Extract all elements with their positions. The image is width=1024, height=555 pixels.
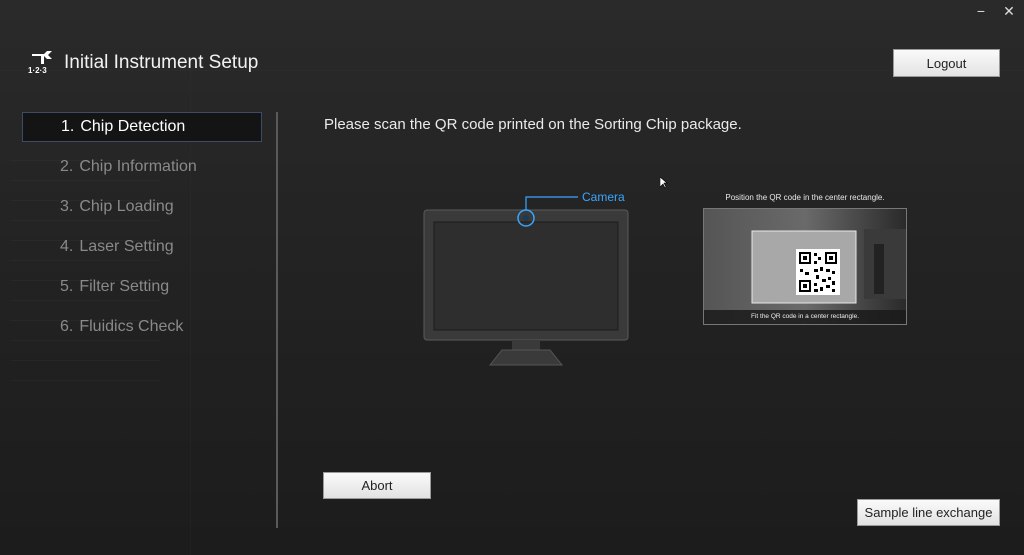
step-label: Chip Detection <box>80 118 186 135</box>
logout-button[interactable]: Logout <box>893 49 1000 77</box>
mouse-cursor-icon <box>659 176 668 194</box>
step-chip-loading[interactable]: 3. Chip Loading <box>22 192 262 222</box>
instruction-text: Please scan the QR code printed on the S… <box>324 116 742 133</box>
qr-caption: Position the QR code in the center recta… <box>725 193 885 202</box>
step-number: 1. <box>61 118 75 135</box>
step-chip-detection[interactable]: 1. Chip Detection <box>22 112 262 142</box>
close-button[interactable]: ✕ <box>1002 4 1016 18</box>
step-laser-setting[interactable]: 4. Laser Setting <box>22 232 262 262</box>
monitor-illustration <box>420 190 640 375</box>
step-number: 4. <box>60 238 74 255</box>
sample-line-exchange-button[interactable]: Sample line exchange <box>857 499 1000 526</box>
minimize-button[interactable]: − <box>974 4 988 18</box>
step-number: 2. <box>60 158 74 175</box>
step-label: Chip Information <box>79 158 197 175</box>
logo-steps-text: 1·2·3 <box>28 66 47 75</box>
camera-label: Camera <box>582 190 625 204</box>
setup-header: 1·2·3 Initial Instrument Setup <box>28 48 258 78</box>
step-number: 5. <box>60 278 74 295</box>
step-label: Fluidics Check <box>79 318 184 335</box>
vertical-divider <box>276 112 278 528</box>
window-controls: − ✕ <box>974 4 1016 18</box>
qr-camera-preview: Fit the QR code in a center rectangle. <box>703 208 907 325</box>
step-label: Laser Setting <box>79 238 174 255</box>
qr-fit-hint: Fit the QR code in a center rectangle. <box>750 313 860 320</box>
step-label: Filter Setting <box>79 278 170 295</box>
abort-button[interactable]: Abort <box>323 472 431 499</box>
setup-steps: 1. Chip Detection 2. Chip Information 3.… <box>22 112 262 352</box>
wrench-icon: 1·2·3 <box>28 48 56 78</box>
step-number: 6. <box>60 318 74 335</box>
setup-overlay: − ✕ 1·2·3 Initial Instrument Setup Logou… <box>0 0 1024 555</box>
step-label: Chip Loading <box>79 198 174 215</box>
page-title: Initial Instrument Setup <box>64 52 259 73</box>
step-number: 3. <box>60 198 74 215</box>
step-fluidics-check[interactable]: 6. Fluidics Check <box>22 312 262 342</box>
step-chip-information[interactable]: 2. Chip Information <box>22 152 262 182</box>
step-filter-setting[interactable]: 5. Filter Setting <box>22 272 262 302</box>
